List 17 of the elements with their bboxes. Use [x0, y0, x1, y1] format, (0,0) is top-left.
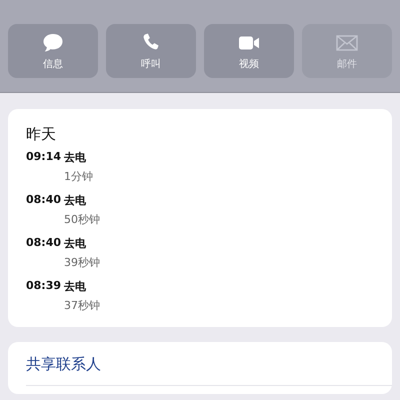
call-button[interactable]: 呼叫 — [106, 24, 196, 78]
day-heading: 昨天 — [26, 125, 57, 144]
call-type: 去电 — [64, 193, 87, 208]
call-time: 08:39 — [26, 279, 62, 294]
call-type: 去电 — [64, 279, 87, 294]
call-time: 09:14 — [26, 150, 62, 165]
message-button[interactable]: 信息 — [8, 24, 98, 78]
call-time: 08:40 — [26, 236, 62, 251]
call-type: 去电 — [64, 150, 87, 165]
share-contact-link[interactable]: 共享联系人 — [26, 355, 101, 374]
call-duration: 37秒钟 — [64, 298, 100, 313]
call-time: 08:40 — [26, 193, 62, 208]
call-duration: 39秒钟 — [64, 255, 100, 270]
call-type: 去电 — [64, 236, 87, 251]
call-duration: 50秒钟 — [64, 212, 100, 227]
video-button[interactable]: 视频 — [204, 24, 294, 78]
call-duration: 1分钟 — [64, 169, 93, 184]
